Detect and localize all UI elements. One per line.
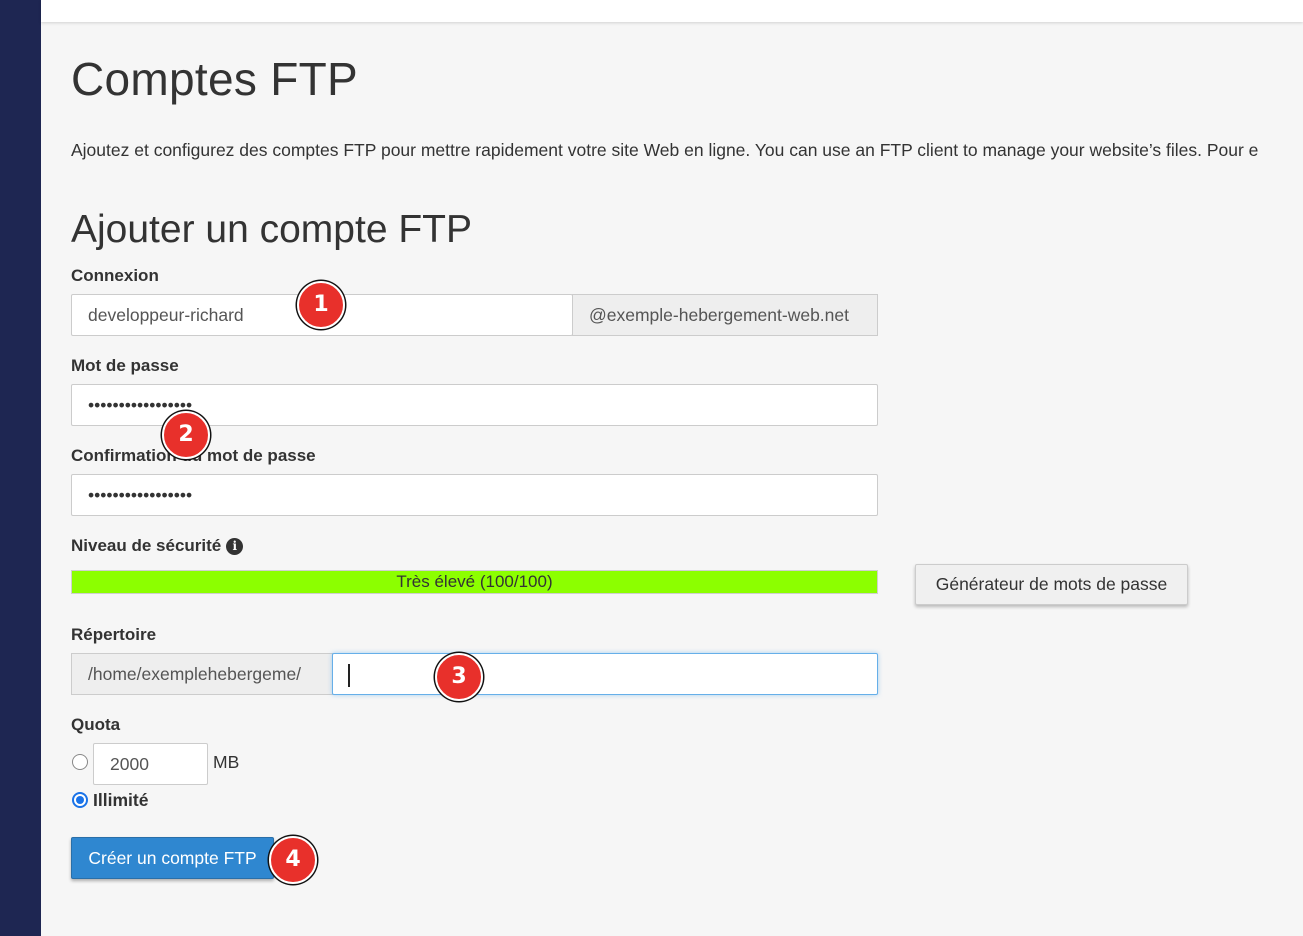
page-description: Ajoutez et configurez des comptes FTP po… — [71, 140, 1259, 160]
left-sidebar — [0, 0, 41, 936]
step-marker-1: 1 — [297, 281, 345, 329]
quota-label: Quota — [71, 715, 121, 734]
step-marker-4: 4 — [269, 836, 317, 884]
password-strength-meter: Très élevé (100/100) — [71, 570, 878, 594]
login-label: Connexion — [71, 266, 159, 285]
password-generator-button[interactable]: Générateur de mots de passe — [915, 564, 1188, 605]
quota-unit: MB — [213, 752, 240, 772]
directory-input[interactable] — [332, 653, 878, 695]
directory-label: Répertoire — [71, 625, 157, 644]
strength-label-text: Niveau de sécurité — [71, 536, 222, 555]
quota-limited-radio[interactable] — [72, 754, 88, 770]
strength-text: Très élevé (100/100) — [396, 572, 553, 591]
step-marker-3: 3 — [435, 653, 483, 701]
quota-input[interactable] — [93, 743, 208, 785]
password-confirm-input[interactable] — [71, 474, 878, 516]
quota-unlimited-label[interactable]: Illimité — [93, 790, 148, 811]
directory-prefix: /home/exemplehebergeme/ — [71, 653, 333, 695]
domain-suffix: @exemple-hebergement-web.net — [572, 294, 878, 336]
info-circle-icon[interactable]: i — [226, 538, 244, 555]
create-ftp-account-button[interactable]: Créer un compte FTP — [71, 837, 274, 879]
strength-label: Niveau de sécurité i — [71, 536, 244, 556]
page-title: Comptes FTP — [71, 53, 359, 105]
password-label: Mot de passe — [71, 356, 179, 375]
text-cursor — [348, 664, 350, 687]
section-title: Ajouter un compte FTP — [71, 208, 473, 251]
step-marker-2: 2 — [162, 411, 210, 459]
top-bar — [41, 0, 1303, 22]
quota-unlimited-radio[interactable] — [72, 792, 88, 808]
